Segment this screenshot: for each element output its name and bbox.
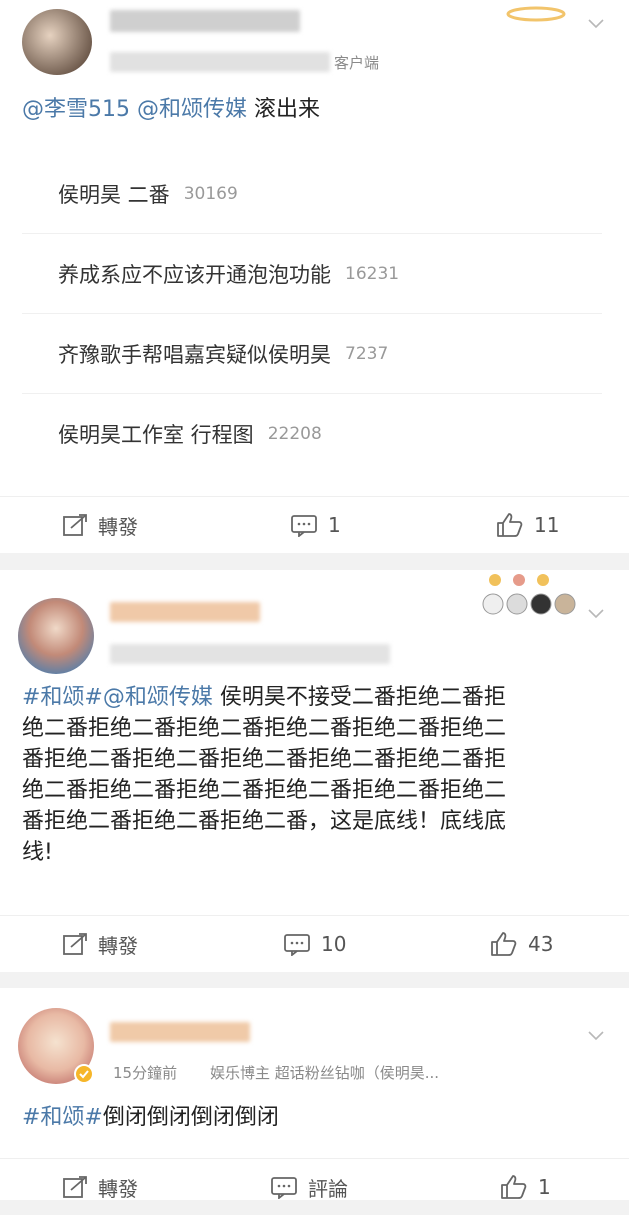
like-count: 1 (538, 1175, 551, 1199)
action-bar: 轉發 1 11 (0, 496, 629, 553)
like-count: 43 (528, 932, 554, 956)
thumbs-up-icon (491, 932, 517, 956)
comment-icon (284, 934, 310, 956)
hot-topic-title: 侯明昊 二番 (58, 182, 170, 207)
comment-count: 10 (321, 932, 347, 956)
repost-button[interactable]: 轉發 (62, 497, 138, 553)
like-button[interactable]: 1 (500, 1159, 551, 1215)
post-time: 15分鐘前 (113, 1064, 178, 1082)
avatar[interactable] (22, 9, 92, 75)
comment-button[interactable]: 評論 (270, 1159, 348, 1215)
hashtag-link[interactable]: #和颂# (22, 1105, 103, 1130)
chevron-down-icon[interactable] (588, 606, 604, 622)
repost-icon (63, 514, 87, 536)
comment-label: 評論 (308, 1176, 348, 1201)
post-card-1: 客户端 @李雪515 @和颂传媒 滚出来 侯明昊 二番 30169 养成系应不应… (0, 0, 629, 553)
post-text-line: 番拒绝二番拒绝二番拒绝二番，这是底线！底线底 (22, 809, 507, 834)
repost-button[interactable]: 轉發 (62, 916, 138, 972)
meta-redacted (110, 644, 390, 664)
crown-sticker-icon (506, 6, 566, 22)
like-button[interactable]: 43 (490, 916, 553, 972)
avatar[interactable] (18, 598, 94, 674)
username-redacted (110, 602, 260, 622)
post-text-line: 绝二番拒绝二番拒绝二番拒绝二番拒绝二番拒绝二 (22, 716, 507, 741)
post-text-line: #和颂#@和颂传媒 侯明昊不接受二番拒绝二番拒 (22, 682, 612, 713)
username-redacted (110, 10, 300, 32)
comment-button[interactable]: 10 (283, 916, 346, 972)
hot-topic-list: 侯明昊 二番 30169 养成系应不应该开通泡泡功能 16231 齐豫歌手帮唱嘉… (22, 154, 602, 473)
post-source: 客户端 (334, 54, 380, 72)
post-text-line: 绝二番拒绝二番拒绝二番拒绝二番拒绝二番拒绝二 (22, 778, 507, 803)
like-count: 11 (534, 513, 560, 537)
comment-button[interactable]: 1 (290, 497, 341, 553)
post-body-text: 侯明昊不接受二番拒绝二番拒 (219, 685, 506, 710)
hot-topic-count: 16231 (345, 263, 400, 284)
post-text: @李雪515 @和颂传媒 滚出来 (22, 94, 320, 125)
post-card-3: 15分鐘前 娱乐博主 超话粉丝钻咖（侯明昊... #和颂#倒闭倒闭倒闭倒闭 轉發… (0, 988, 629, 1201)
verified-badge-icon (74, 1064, 94, 1084)
username-redacted (110, 1022, 250, 1042)
comment-icon (271, 1177, 297, 1199)
chevron-down-icon[interactable] (588, 1028, 604, 1044)
thumbs-up-icon (497, 513, 523, 537)
repost-label: 轉發 (98, 514, 138, 539)
post-card-2: #和颂#@和颂传媒 侯明昊不接受二番拒绝二番拒 绝二番拒绝二番拒绝二番拒绝二番拒… (0, 570, 629, 972)
hot-topic-item[interactable]: 齐豫歌手帮唱嘉宾疑似侯明昊 7237 (22, 314, 602, 394)
post-body-text: 滚出来 (254, 97, 321, 122)
hot-topic-count: 7237 (345, 343, 389, 364)
hot-topic-count: 30169 (183, 183, 238, 204)
thumbs-up-icon (501, 1175, 527, 1199)
cat-sticker-icon (482, 574, 576, 615)
comment-count: 1 (328, 513, 341, 537)
hashtag-link[interactable]: #和颂#@和颂传媒 (22, 685, 213, 710)
repost-icon (63, 1176, 87, 1198)
comment-icon (291, 515, 317, 537)
post-text: #和颂#@和颂传媒 侯明昊不接受二番拒绝二番拒 绝二番拒绝二番拒绝二番拒绝二番拒… (22, 682, 612, 868)
post-text-line: 番拒绝二番拒绝二番拒绝二番拒绝二番拒绝二番拒 (22, 747, 507, 772)
action-bar: 轉發 10 43 (0, 915, 629, 972)
repost-button[interactable]: 轉發 (62, 1159, 138, 1215)
hot-topic-item[interactable]: 侯明昊工作室 行程图 22208 (22, 394, 602, 473)
post-body-text: 倒闭倒闭倒闭倒闭 (102, 1105, 279, 1130)
meta-redacted (110, 52, 330, 72)
hot-topic-count: 22208 (267, 423, 322, 444)
user-tags: 娱乐博主 超话粉丝钻咖（侯明昊... (210, 1064, 440, 1082)
post-text: #和颂#倒闭倒闭倒闭倒闭 (22, 1102, 279, 1133)
mention-link[interactable]: @李雪515 @和颂传媒 (22, 97, 247, 122)
like-button[interactable]: 11 (496, 497, 559, 553)
repost-icon (63, 933, 87, 955)
repost-label: 轉發 (98, 1176, 138, 1201)
hot-topic-title: 养成系应不应该开通泡泡功能 (58, 262, 331, 287)
chevron-down-icon[interactable] (588, 16, 604, 32)
hot-topic-item[interactable]: 养成系应不应该开通泡泡功能 16231 (22, 234, 602, 314)
post-text-line: 线! (22, 840, 53, 865)
action-bar: 轉發 評論 1 (0, 1158, 629, 1215)
repost-label: 轉發 (98, 933, 138, 958)
hot-topic-title: 侯明昊工作室 行程图 (58, 422, 254, 447)
hot-topic-title: 齐豫歌手帮唱嘉宾疑似侯明昊 (58, 342, 331, 367)
hot-topic-item[interactable]: 侯明昊 二番 30169 (22, 154, 602, 234)
